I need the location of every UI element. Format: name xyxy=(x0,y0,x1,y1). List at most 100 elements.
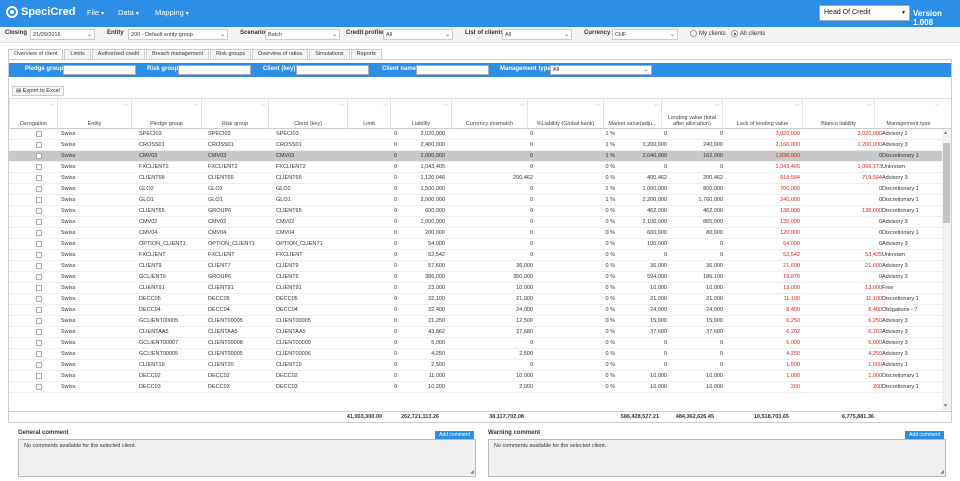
col-client-key[interactable]: Client (key) ⌵ xyxy=(268,99,347,130)
entity-select[interactable]: 200 - Default entity group ⌄ xyxy=(128,29,228,40)
table-row[interactable]: Swiss FXCLIENT FXCLIENT FXCLIENT 0 52,542 0 0 %… xyxy=(9,250,942,261)
col-market-value-adju[interactable]: Market value(adju... ⌵ xyxy=(603,99,661,130)
tab-overview-of-client[interactable]: Overview of client xyxy=(8,49,64,59)
tab-breach-management[interactable]: Breach management xyxy=(146,49,210,59)
credit-profile-select[interactable]: All ⌄ xyxy=(383,29,453,40)
table-row[interactable]: Swiss CMV04 CMV04 CMV04 0 200,000 0 0 % 600,000 8… xyxy=(9,228,942,239)
derogation-checkbox[interactable] xyxy=(36,219,42,225)
tab-reports[interactable]: Reports xyxy=(350,49,382,59)
scrollbar-thumb[interactable] xyxy=(943,143,950,223)
general-comment-box[interactable]: No comments available for the selected c… xyxy=(18,439,476,477)
derogation-checkbox[interactable] xyxy=(36,351,42,357)
table-row[interactable]: Swiss CLIENT9 CLIENT7 CLIENT9 0 57,600 36,000 0… xyxy=(9,261,942,272)
col-risk-group[interactable]: Risk group ⌵ xyxy=(201,99,268,130)
derogation-checkbox[interactable] xyxy=(36,153,42,159)
filter-icon[interactable]: ⌵ xyxy=(715,102,719,108)
col-derogation[interactable]: Derogation ⌵ xyxy=(9,99,57,130)
tab-authorised-credit[interactable]: Authorised credit xyxy=(91,49,146,59)
client-key-input[interactable] xyxy=(296,65,369,75)
scroll-down-icon[interactable]: ▼ xyxy=(943,403,948,409)
derogation-checkbox[interactable] xyxy=(36,241,42,247)
menu-mapping[interactable]: Mapping ▾ xyxy=(155,8,189,17)
derogation-checkbox[interactable] xyxy=(36,329,42,335)
table-row[interactable]: Swiss GLO1 GLO1 GLO1 0 2,000,000 0 1 % 2,200,000… xyxy=(9,195,942,206)
derogation-checkbox[interactable] xyxy=(36,197,42,203)
filter-icon[interactable]: ⌵ xyxy=(795,102,799,108)
add-warning-comment-button[interactable]: Add comment xyxy=(905,431,944,439)
add-general-comment-button[interactable]: Add comment xyxy=(435,431,474,439)
table-row[interactable]: Swiss CLIENT91 CLIENT91 CLIENT91 0 23,000 10,0… xyxy=(9,283,942,294)
table-row[interactable]: Swiss GCLIENT00007 CLIENT00008 CLIENT00009 0… xyxy=(9,338,942,349)
table-row[interactable]: Swiss GCLIENT00005 CLIENT00005 CLIENT00006 0… xyxy=(9,349,942,360)
table-row[interactable]: Swiss CLIENT66 CLIENT66 CLIENT66 0 1,120,046 2… xyxy=(9,173,942,184)
filter-icon[interactable]: ⌵ xyxy=(444,102,448,108)
my-clients-radio[interactable]: My clients xyxy=(690,30,726,37)
tab-limits[interactable]: Limits xyxy=(64,49,91,59)
derogation-checkbox[interactable] xyxy=(36,252,42,258)
table-row[interactable]: Swiss CMV03 CMV03 CMV03 0 2,000,000 0 1 % 2,040,… xyxy=(9,151,942,162)
risk-group-input[interactable] xyxy=(178,65,251,75)
tab-risk-groups[interactable]: Risk groups xyxy=(210,49,252,59)
all-clients-radio[interactable]: All clients xyxy=(731,30,765,37)
derogation-checkbox[interactable] xyxy=(36,208,42,214)
filter-icon[interactable]: ⌵ xyxy=(383,102,387,108)
menu-file[interactable]: File ▾ xyxy=(87,8,104,17)
scroll-up-icon[interactable]: ▲ xyxy=(943,130,948,136)
col-entity[interactable]: Entity ⌵ xyxy=(57,99,131,130)
menu-data[interactable]: Data ▾ xyxy=(118,8,139,17)
client-list-select[interactable]: All ⌄ xyxy=(502,29,572,40)
tab-simulations[interactable]: Simulations xyxy=(309,49,350,59)
table-row[interactable]: Swiss CLIENT19 CLIENT20 CLIENT19 0 2,500 0 0 % 0… xyxy=(9,360,942,371)
table-row[interactable]: Swiss CMV02 CMV02 CMV02 0 1,000,000 0 0 % 2,100,… xyxy=(9,217,942,228)
management-type-select[interactable]: All ⌄ xyxy=(550,65,652,75)
col--liability-global-bank[interactable]: %Liability (Global bank) ⌵ xyxy=(527,99,603,130)
filter-icon[interactable]: ⌵ xyxy=(596,102,600,108)
derogation-checkbox[interactable] xyxy=(36,164,42,170)
derogation-checkbox[interactable] xyxy=(36,263,42,269)
derogation-checkbox[interactable] xyxy=(36,186,42,192)
col-lack-of-lending-value[interactable]: Lack of lending value ⌵ xyxy=(722,99,802,130)
role-select[interactable]: Head Of Credit ▾ xyxy=(819,5,910,21)
derogation-checkbox[interactable] xyxy=(36,340,42,346)
col-lending-value-total-after-allocation[interactable]: Lending value (total after allocation) ⌵ xyxy=(661,99,722,130)
derogation-checkbox[interactable] xyxy=(36,230,42,236)
table-row[interactable]: Swiss OPTION_CLIENT1 OPTION_CLIENT1 OPTION_… xyxy=(9,239,942,250)
resize-grip-icon[interactable]: ◢ xyxy=(940,469,944,475)
derogation-checkbox[interactable] xyxy=(36,373,42,379)
filter-icon[interactable]: ⌵ xyxy=(867,102,871,108)
table-row[interactable]: Swiss DECC03 DECC03 DECC03 0 10,200 2,000 0 % 10… xyxy=(9,382,942,393)
table-row[interactable]: Swiss SPECI03 SPECI03 SPECI03 0 3,020,000 0 1 %… xyxy=(9,129,942,140)
table-row[interactable]: Swiss GLO2 GLO2 GLO2 0 1,500,000 0 1 % 1,000,000… xyxy=(9,184,942,195)
derogation-checkbox[interactable] xyxy=(36,131,42,137)
table-row[interactable]: Swiss FXCLIENT2 FXCLIENT2 FXCLIENT2 0 1,043,4… xyxy=(9,162,942,173)
client-name-input[interactable] xyxy=(416,65,489,75)
table-row[interactable]: Swiss DECC05 DECC05 DECC05 0 32,100 21,000 0 % 2… xyxy=(9,294,942,305)
col-liability[interactable]: Liability ⌵ xyxy=(390,99,451,130)
derogation-checkbox[interactable] xyxy=(36,296,42,302)
table-row[interactable]: Swiss GCLIENT6 GROUP6 CLIENT6 0 386,000 350,00… xyxy=(9,272,942,283)
table-row[interactable]: Swiss CLIENTAA5 CLIENTAA5 CLIENTAA5 0 43,862 3… xyxy=(9,327,942,338)
filter-icon[interactable]: ⌵ xyxy=(340,102,344,108)
filter-icon[interactable]: ⌵ xyxy=(935,102,939,108)
scenario-select[interactable]: Batch ⌄ xyxy=(265,29,340,40)
derogation-checkbox[interactable] xyxy=(36,307,42,313)
table-row[interactable]: Swiss DECC02 DECC02 DECC02 0 11,000 10,000 0 % 1… xyxy=(9,371,942,382)
table-row[interactable]: Swiss GCLIENT00005 CLIENT00005 CLIENT00005 0… xyxy=(9,316,942,327)
filter-icon[interactable]: ⌵ xyxy=(124,102,128,108)
filter-icon[interactable]: ⌵ xyxy=(194,102,198,108)
filter-icon[interactable]: ⌵ xyxy=(654,102,658,108)
col-limit[interactable]: Limit ⌵ xyxy=(347,99,390,130)
col-currency-mismatch[interactable]: Currency mismatch ⌵ xyxy=(451,99,527,130)
filter-icon[interactable]: ⌵ xyxy=(50,102,54,108)
col-management-type[interactable]: Management type ⌵ xyxy=(874,99,942,130)
filter-icon[interactable]: ⌵ xyxy=(520,102,524,108)
derogation-checkbox[interactable] xyxy=(36,318,42,324)
pledge-group-input[interactable] xyxy=(63,65,136,75)
derogation-checkbox[interactable] xyxy=(36,362,42,368)
currency-select[interactable]: CHF ⌄ xyxy=(612,29,678,40)
col-pledge-group[interactable]: Pledge group ⌵ xyxy=(131,99,201,130)
derogation-checkbox[interactable] xyxy=(36,285,42,291)
table-row[interactable]: Swiss CROSS01 CROSS01 CROSS01 0 2,400,000 0 1 %… xyxy=(9,140,942,151)
derogation-checkbox[interactable] xyxy=(36,384,42,390)
filter-icon[interactable]: ⌵ xyxy=(261,102,265,108)
